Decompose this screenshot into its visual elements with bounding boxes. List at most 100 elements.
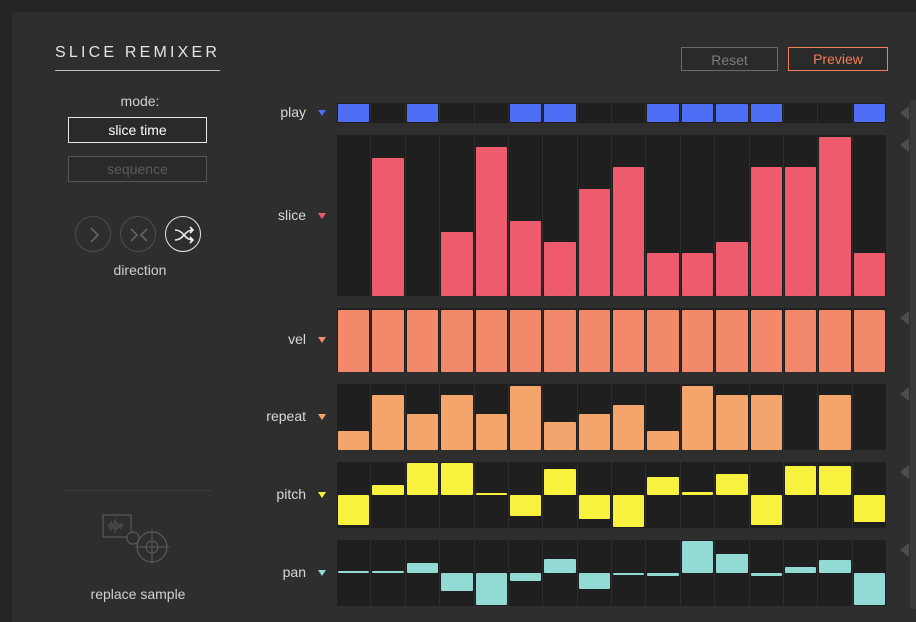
step-vel-1[interactable] (337, 308, 371, 372)
step-pan-1[interactable] (337, 540, 371, 606)
step-pitch-16[interactable] (852, 462, 886, 528)
lane-handle-play-triangle-icon[interactable] (900, 106, 909, 120)
step-slice-1[interactable] (337, 135, 371, 296)
step-pan-6[interactable] (508, 540, 543, 606)
step-play-1[interactable] (337, 103, 371, 123)
step-pitch-9[interactable] (612, 462, 646, 528)
lane-slice[interactable] (337, 135, 887, 296)
step-slice-10[interactable] (646, 135, 680, 296)
step-play-15[interactable] (818, 103, 852, 123)
step-pitch-14[interactable] (783, 462, 818, 528)
step-pitch-5[interactable] (474, 462, 508, 528)
step-play-10[interactable] (646, 103, 680, 123)
step-pitch-10[interactable] (646, 462, 680, 528)
direction-forward-button[interactable] (75, 216, 111, 252)
step-repeat-2[interactable] (371, 384, 405, 450)
step-pitch-15[interactable] (818, 462, 852, 528)
step-play-14[interactable] (783, 103, 818, 123)
direction-shuffle-button[interactable] (165, 216, 201, 252)
replace-sample-button[interactable] (100, 512, 176, 573)
step-slice-11[interactable] (680, 135, 715, 296)
lane-menu-pitch-chevron-down-icon[interactable] (318, 492, 326, 498)
lane-vel[interactable] (337, 308, 887, 372)
step-pan-2[interactable] (371, 540, 405, 606)
step-vel-5[interactable] (474, 308, 508, 372)
step-repeat-5[interactable] (474, 384, 508, 450)
step-pan-14[interactable] (783, 540, 818, 606)
step-pitch-4[interactable] (440, 462, 474, 528)
mode-sequence-button[interactable]: sequence (68, 156, 207, 182)
step-repeat-1[interactable] (337, 384, 371, 450)
lane-play[interactable] (337, 103, 887, 123)
step-pan-15[interactable] (818, 540, 852, 606)
lane-menu-slice-chevron-down-icon[interactable] (318, 212, 326, 219)
lane-handle-pan-triangle-icon[interactable] (900, 543, 909, 557)
lane-handle-repeat-triangle-icon[interactable] (900, 387, 909, 401)
step-slice-13[interactable] (749, 135, 783, 296)
lane-handle-vel-triangle-icon[interactable] (900, 311, 909, 325)
step-slice-9[interactable] (612, 135, 646, 296)
step-pitch-13[interactable] (749, 462, 783, 528)
step-vel-16[interactable] (852, 308, 886, 372)
step-repeat-3[interactable] (405, 384, 440, 450)
step-vel-4[interactable] (440, 308, 474, 372)
lane-pan[interactable] (337, 540, 887, 606)
step-repeat-14[interactable] (783, 384, 818, 450)
step-pan-10[interactable] (646, 540, 680, 606)
direction-inward-button[interactable] (120, 216, 156, 252)
step-pitch-1[interactable] (337, 462, 371, 528)
step-slice-5[interactable] (474, 135, 508, 296)
step-vel-11[interactable] (680, 308, 715, 372)
lane-menu-pan-chevron-down-icon[interactable] (318, 570, 326, 576)
step-repeat-10[interactable] (646, 384, 680, 450)
step-pan-8[interactable] (577, 540, 611, 606)
step-slice-8[interactable] (577, 135, 611, 296)
step-pitch-7[interactable] (543, 462, 577, 528)
step-slice-6[interactable] (508, 135, 543, 296)
step-play-6[interactable] (508, 103, 543, 123)
preview-button[interactable]: Preview (788, 47, 888, 71)
step-play-4[interactable] (440, 103, 474, 123)
step-pan-7[interactable] (543, 540, 577, 606)
mode-slice-time-button[interactable]: slice time (68, 117, 207, 143)
step-pitch-6[interactable] (508, 462, 543, 528)
step-play-12[interactable] (715, 103, 749, 123)
lane-menu-repeat-chevron-down-icon[interactable] (318, 414, 326, 420)
step-pan-5[interactable] (474, 540, 508, 606)
step-repeat-8[interactable] (577, 384, 611, 450)
reset-button[interactable]: Reset (681, 47, 778, 71)
step-play-9[interactable] (612, 103, 646, 123)
step-vel-3[interactable] (405, 308, 440, 372)
step-pan-16[interactable] (852, 540, 886, 606)
step-repeat-4[interactable] (440, 384, 474, 450)
step-pitch-8[interactable] (577, 462, 611, 528)
step-play-7[interactable] (543, 103, 577, 123)
step-vel-14[interactable] (783, 308, 818, 372)
step-repeat-11[interactable] (680, 384, 715, 450)
step-repeat-9[interactable] (612, 384, 646, 450)
step-slice-2[interactable] (371, 135, 405, 296)
step-repeat-13[interactable] (749, 384, 783, 450)
step-repeat-16[interactable] (852, 384, 886, 450)
lane-pitch[interactable] (337, 462, 887, 528)
step-play-5[interactable] (474, 103, 508, 123)
step-pitch-3[interactable] (405, 462, 440, 528)
step-pan-3[interactable] (405, 540, 440, 606)
step-pan-11[interactable] (680, 540, 715, 606)
step-pitch-2[interactable] (371, 462, 405, 528)
step-play-13[interactable] (749, 103, 783, 123)
step-vel-9[interactable] (612, 308, 646, 372)
step-play-2[interactable] (371, 103, 405, 123)
step-pitch-11[interactable] (680, 462, 715, 528)
step-slice-12[interactable] (715, 135, 749, 296)
step-vel-2[interactable] (371, 308, 405, 372)
step-vel-15[interactable] (818, 308, 852, 372)
step-vel-8[interactable] (577, 308, 611, 372)
step-slice-16[interactable] (852, 135, 886, 296)
step-pitch-12[interactable] (715, 462, 749, 528)
step-pan-4[interactable] (440, 540, 474, 606)
step-vel-7[interactable] (543, 308, 577, 372)
step-play-3[interactable] (405, 103, 440, 123)
step-repeat-7[interactable] (543, 384, 577, 450)
step-pan-9[interactable] (612, 540, 646, 606)
